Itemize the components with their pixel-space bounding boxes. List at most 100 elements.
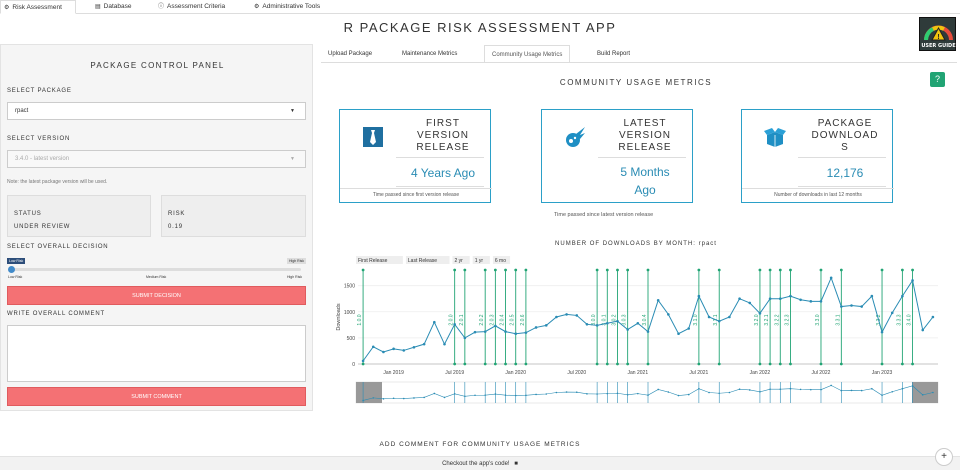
mini-point xyxy=(779,388,782,390)
release-marker xyxy=(595,362,599,366)
meteor-icon xyxy=(566,127,585,147)
mini-point xyxy=(545,393,548,395)
user-guide-button[interactable]: ! USER GUIDE xyxy=(919,17,956,51)
nav-tab-database[interactable]: ▤ Database xyxy=(92,0,132,14)
mini-point xyxy=(474,394,476,397)
card-footer: Number of downloads in last 12 months xyxy=(742,188,894,202)
downloads-point xyxy=(901,294,904,298)
slider-track[interactable] xyxy=(11,268,301,271)
overall-comment-textarea[interactable] xyxy=(7,325,306,382)
mini-point xyxy=(402,397,405,400)
mini-point xyxy=(453,393,456,395)
slider-max-label: High Risk xyxy=(287,258,306,264)
downloads-point xyxy=(473,330,477,334)
card-value: 5 Months Ago xyxy=(602,163,688,199)
downloads-point xyxy=(728,315,731,319)
release-marker xyxy=(504,268,507,272)
mini-point xyxy=(820,388,822,391)
risk-label: RISK xyxy=(168,211,186,217)
nav-tab-administrative-tools[interactable]: ⚙ Administrative Tools xyxy=(251,0,320,14)
card-divider xyxy=(798,157,886,158)
downloads-point xyxy=(595,324,599,327)
downloads-point xyxy=(433,320,436,324)
downloads-point xyxy=(880,330,884,334)
x-tick-label: Jul 2020 xyxy=(567,370,586,376)
release-marker xyxy=(616,362,619,366)
downloads-point xyxy=(443,342,446,346)
tab-community-usage-metrics[interactable]: Community Usage Metrics xyxy=(484,45,571,63)
release-marker xyxy=(778,362,782,366)
submit-comment-button[interactable]: SUBMIT COMMENT xyxy=(7,387,306,406)
release-marker xyxy=(616,268,619,272)
range-button xyxy=(356,256,403,264)
mini-point xyxy=(799,388,802,391)
risk-box: RISK 0.19 xyxy=(161,195,306,237)
package-downloads-card: PACKAGE DOWNLOAD S 12,176 Number of down… xyxy=(741,109,894,203)
release-marker xyxy=(646,362,650,366)
release-marker xyxy=(595,268,599,272)
release-label: 3.4.0 xyxy=(907,314,913,325)
release-marker xyxy=(880,362,884,366)
version-select-value: 3.4.0 - latest version xyxy=(15,156,70,162)
nav-tab-risk-assessment[interactable]: ⚙ Risk Assessment xyxy=(0,0,76,14)
github-icon[interactable]: ■ xyxy=(514,461,518,467)
card-divider xyxy=(598,157,686,158)
release-marker xyxy=(463,268,467,272)
downloads-point xyxy=(809,300,813,303)
downloads-point xyxy=(921,328,925,332)
card-value-line: Ago xyxy=(634,183,656,197)
y-tick-label: 1000 xyxy=(344,310,355,316)
downloads-point xyxy=(412,345,416,349)
add-comment-button[interactable]: + xyxy=(935,448,953,466)
downloads-point xyxy=(748,301,752,305)
release-marker xyxy=(453,268,457,272)
downloads-point xyxy=(931,315,935,319)
mini-point xyxy=(565,391,568,393)
card-value-line: 12,176 xyxy=(826,166,864,180)
version-select[interactable]: 3.4.0 - latest version ▼ xyxy=(7,150,306,168)
submit-decision-button[interactable]: SUBMIT DECISION xyxy=(7,286,306,305)
mini-point xyxy=(372,397,375,399)
downloads-point xyxy=(605,321,609,325)
mini-point xyxy=(555,391,558,394)
y-tick-label: 1500 xyxy=(344,284,355,290)
mini-point xyxy=(667,391,670,393)
release-label: 2.0.0 xyxy=(449,314,455,325)
downloads-point xyxy=(687,327,691,330)
first-release-card: FIRST VERSION RELEASE 4 Years Ago Time p… xyxy=(339,109,492,203)
mini-point xyxy=(698,387,700,390)
release-marker xyxy=(504,362,507,366)
nav-tab-assessment-criteria[interactable]: ⓘ Assessment Criteria xyxy=(155,0,225,14)
release-marker xyxy=(524,268,528,272)
release-label: 2.0.5 xyxy=(510,314,516,325)
decision-slider[interactable]: Low Risk High Risk Low Risk Medium Risk … xyxy=(7,258,306,279)
package-control-panel: PACKAGE CONTROL PANEL SELECT PACKAGE rpa… xyxy=(0,44,313,411)
downloads-point xyxy=(789,294,792,298)
risk-value: 0.19 xyxy=(168,224,183,230)
mini-point xyxy=(932,391,934,394)
release-marker xyxy=(789,268,792,272)
tab-build-report[interactable]: Build Report xyxy=(590,45,637,63)
package-select[interactable]: rpact ▼ xyxy=(7,102,306,120)
slider-handle[interactable] xyxy=(8,266,15,273)
release-marker xyxy=(819,268,823,272)
release-label: 2.0.2 xyxy=(479,314,485,325)
user-gear-icon: ⚙ xyxy=(254,4,260,10)
tab-maintenance-metrics[interactable]: Maintenance Metrics xyxy=(395,45,464,63)
mini-point xyxy=(810,388,812,391)
y-axis-label: Downloads xyxy=(336,303,342,330)
package-select-value: rpact xyxy=(15,108,29,114)
warning-gauge-icon: ! xyxy=(924,25,953,41)
release-marker xyxy=(717,362,721,366)
slider-min-label: Low Risk xyxy=(7,258,26,264)
plus-icon: + xyxy=(941,451,947,462)
release-marker xyxy=(361,362,365,366)
overall-decision-label: SELECT OVERALL DECISION xyxy=(7,244,109,250)
section-title: COMMUNITY USAGE METRICS xyxy=(559,78,713,87)
footer-link[interactable]: Checkout the app's code! xyxy=(442,461,510,467)
mini-point xyxy=(596,393,598,395)
tab-upload-package[interactable]: Upload Package xyxy=(321,45,379,63)
release-label: 3.3.3 xyxy=(896,314,902,325)
release-marker xyxy=(493,362,497,366)
mini-point xyxy=(871,387,873,390)
